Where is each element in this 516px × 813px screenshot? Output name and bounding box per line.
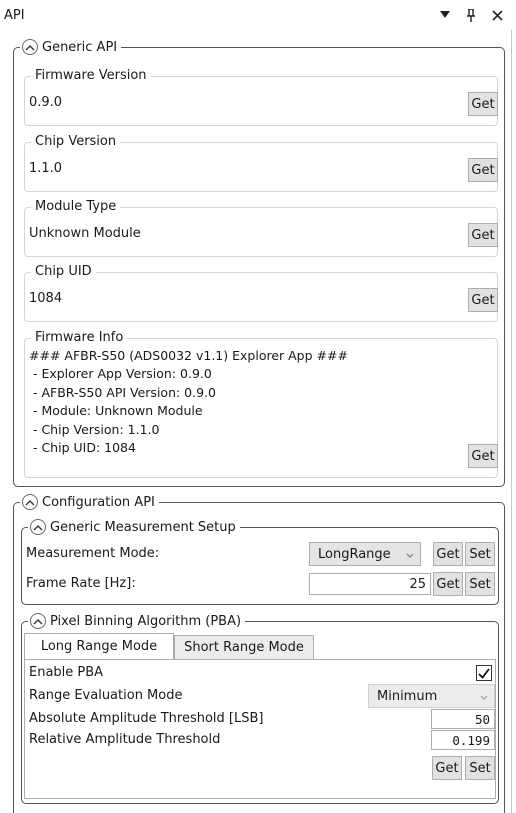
generic-api-header[interactable]: Generic API: [20, 38, 122, 56]
measurement-mode-set-button[interactable]: Set: [465, 542, 495, 566]
tab-label: Short Range Mode: [184, 640, 304, 655]
tab-label: Long Range Mode: [40, 639, 158, 654]
frame-rate-set-button[interactable]: Set: [465, 572, 495, 596]
rel-amplitude-threshold-label: Relative Amplitude Threshold: [29, 732, 221, 747]
measurement-mode-get-button[interactable]: Get: [433, 542, 463, 566]
firmware-info-line: - Explorer App Version: 0.9.0: [29, 366, 212, 382]
configuration-api-title: Configuration API: [42, 494, 155, 510]
chevron-down-icon: [480, 689, 488, 704]
chip-version-label: Chip Version: [31, 133, 121, 151]
rel-amplitude-threshold-input[interactable]: [431, 730, 495, 750]
panel-titlebar: API: [0, 0, 516, 30]
measurement-setup-header[interactable]: Generic Measurement Setup: [28, 518, 240, 536]
chip-uid-get-button[interactable]: Get: [468, 288, 498, 312]
collapse-chevron-icon[interactable]: [22, 39, 38, 55]
configuration-api-group: Configuration API Generic Measurement Se…: [13, 493, 505, 813]
window-controls: [438, 8, 510, 22]
module-type-value: Unknown Module: [29, 226, 141, 241]
range-eval-mode-label: Range Evaluation Mode: [29, 688, 183, 703]
chip-version-get-button[interactable]: Get: [468, 158, 498, 182]
range-eval-mode-value: Minimum: [377, 688, 438, 704]
configuration-api-header[interactable]: Configuration API: [20, 493, 159, 511]
dropdown-menu-icon[interactable]: [438, 8, 452, 22]
firmware-info-get-button[interactable]: Get: [468, 444, 498, 468]
checkmark-icon: [478, 667, 490, 679]
firmware-info-line: - Chip Version: 1.1.0: [29, 421, 160, 437]
tab-short-range-mode[interactable]: Short Range Mode: [174, 635, 314, 659]
measurement-mode-select[interactable]: LongRange: [309, 542, 421, 566]
generic-api-title: Generic API: [42, 39, 118, 55]
collapse-chevron-icon[interactable]: [30, 613, 46, 629]
tab-content-frame: [24, 659, 496, 799]
chip-uid-value: 1084: [29, 291, 63, 306]
pba-get-button[interactable]: Get: [432, 756, 462, 780]
pba-group: Pixel Binning Algorithm (PBA) Long Range…: [21, 612, 499, 804]
range-eval-mode-select[interactable]: Minimum: [368, 684, 495, 708]
frame-rate-get-button[interactable]: Get: [433, 572, 463, 596]
firmware-version-get-button[interactable]: Get: [468, 92, 498, 116]
collapse-chevron-icon[interactable]: [30, 519, 46, 535]
frame-rate-input[interactable]: [309, 573, 431, 595]
chip-uid-label: Chip UID: [31, 263, 96, 281]
firmware-version-box: Firmware Version 0.9.0 Get: [24, 67, 498, 126]
panel-title: API: [4, 7, 25, 23]
measurement-setup-group: Generic Measurement Setup Measurement Mo…: [21, 518, 499, 605]
tab-long-range-mode[interactable]: Long Range Mode: [24, 633, 174, 659]
measurement-mode-label: Measurement Mode:: [26, 546, 160, 561]
firmware-info-label: Firmware Info: [31, 329, 128, 347]
enable-pba-checkbox[interactable]: [476, 665, 492, 681]
firmware-info-line: - Chip UID: 1084: [29, 440, 136, 456]
close-icon[interactable]: [490, 8, 504, 22]
chip-uid-box: Chip UID 1084 Get: [24, 263, 498, 322]
collapse-chevron-icon[interactable]: [22, 494, 38, 510]
frame-rate-label: Frame Rate [Hz]:: [26, 576, 136, 591]
firmware-version-value: 0.9.0: [29, 95, 63, 110]
firmware-info-line: - AFBR-S50 API Version: 0.9.0: [29, 384, 216, 400]
module-type-get-button[interactable]: Get: [468, 223, 498, 247]
chip-version-value: 1.1.0: [29, 161, 63, 176]
firmware-info-text: ### AFBR-S50 (ADS0032 v1.1) Explorer App…: [29, 347, 348, 457]
firmware-info-box: Firmware Info ### AFBR-S50 (ADS0032 v1.1…: [24, 329, 498, 478]
firmware-info-line: - Module: Unknown Module: [29, 403, 203, 419]
pba-header[interactable]: Pixel Binning Algorithm (PBA): [28, 612, 246, 630]
firmware-version-label: Firmware Version: [31, 67, 151, 85]
measurement-setup-title: Generic Measurement Setup: [50, 519, 236, 535]
panel-scroll-divider: [511, 30, 512, 813]
generic-api-group: Generic API Firmware Version 0.9.0 Get C…: [13, 38, 505, 487]
abs-amplitude-threshold-label: Absolute Amplitude Threshold [LSB]: [29, 711, 264, 726]
pba-set-button[interactable]: Set: [465, 756, 495, 780]
abs-amplitude-threshold-input[interactable]: [431, 709, 495, 729]
firmware-info-line: ### AFBR-S50 (ADS0032 v1.1) Explorer App…: [29, 348, 348, 363]
pba-title: Pixel Binning Algorithm (PBA): [50, 613, 242, 629]
chip-version-box: Chip Version 1.1.0 Get: [24, 133, 498, 192]
module-type-box: Module Type Unknown Module Get: [24, 198, 498, 257]
chevron-down-icon: [406, 547, 414, 562]
module-type-label: Module Type: [31, 198, 121, 216]
pin-icon[interactable]: [464, 8, 478, 22]
measurement-mode-value: LongRange: [318, 546, 391, 562]
enable-pba-label: Enable PBA: [29, 665, 104, 680]
